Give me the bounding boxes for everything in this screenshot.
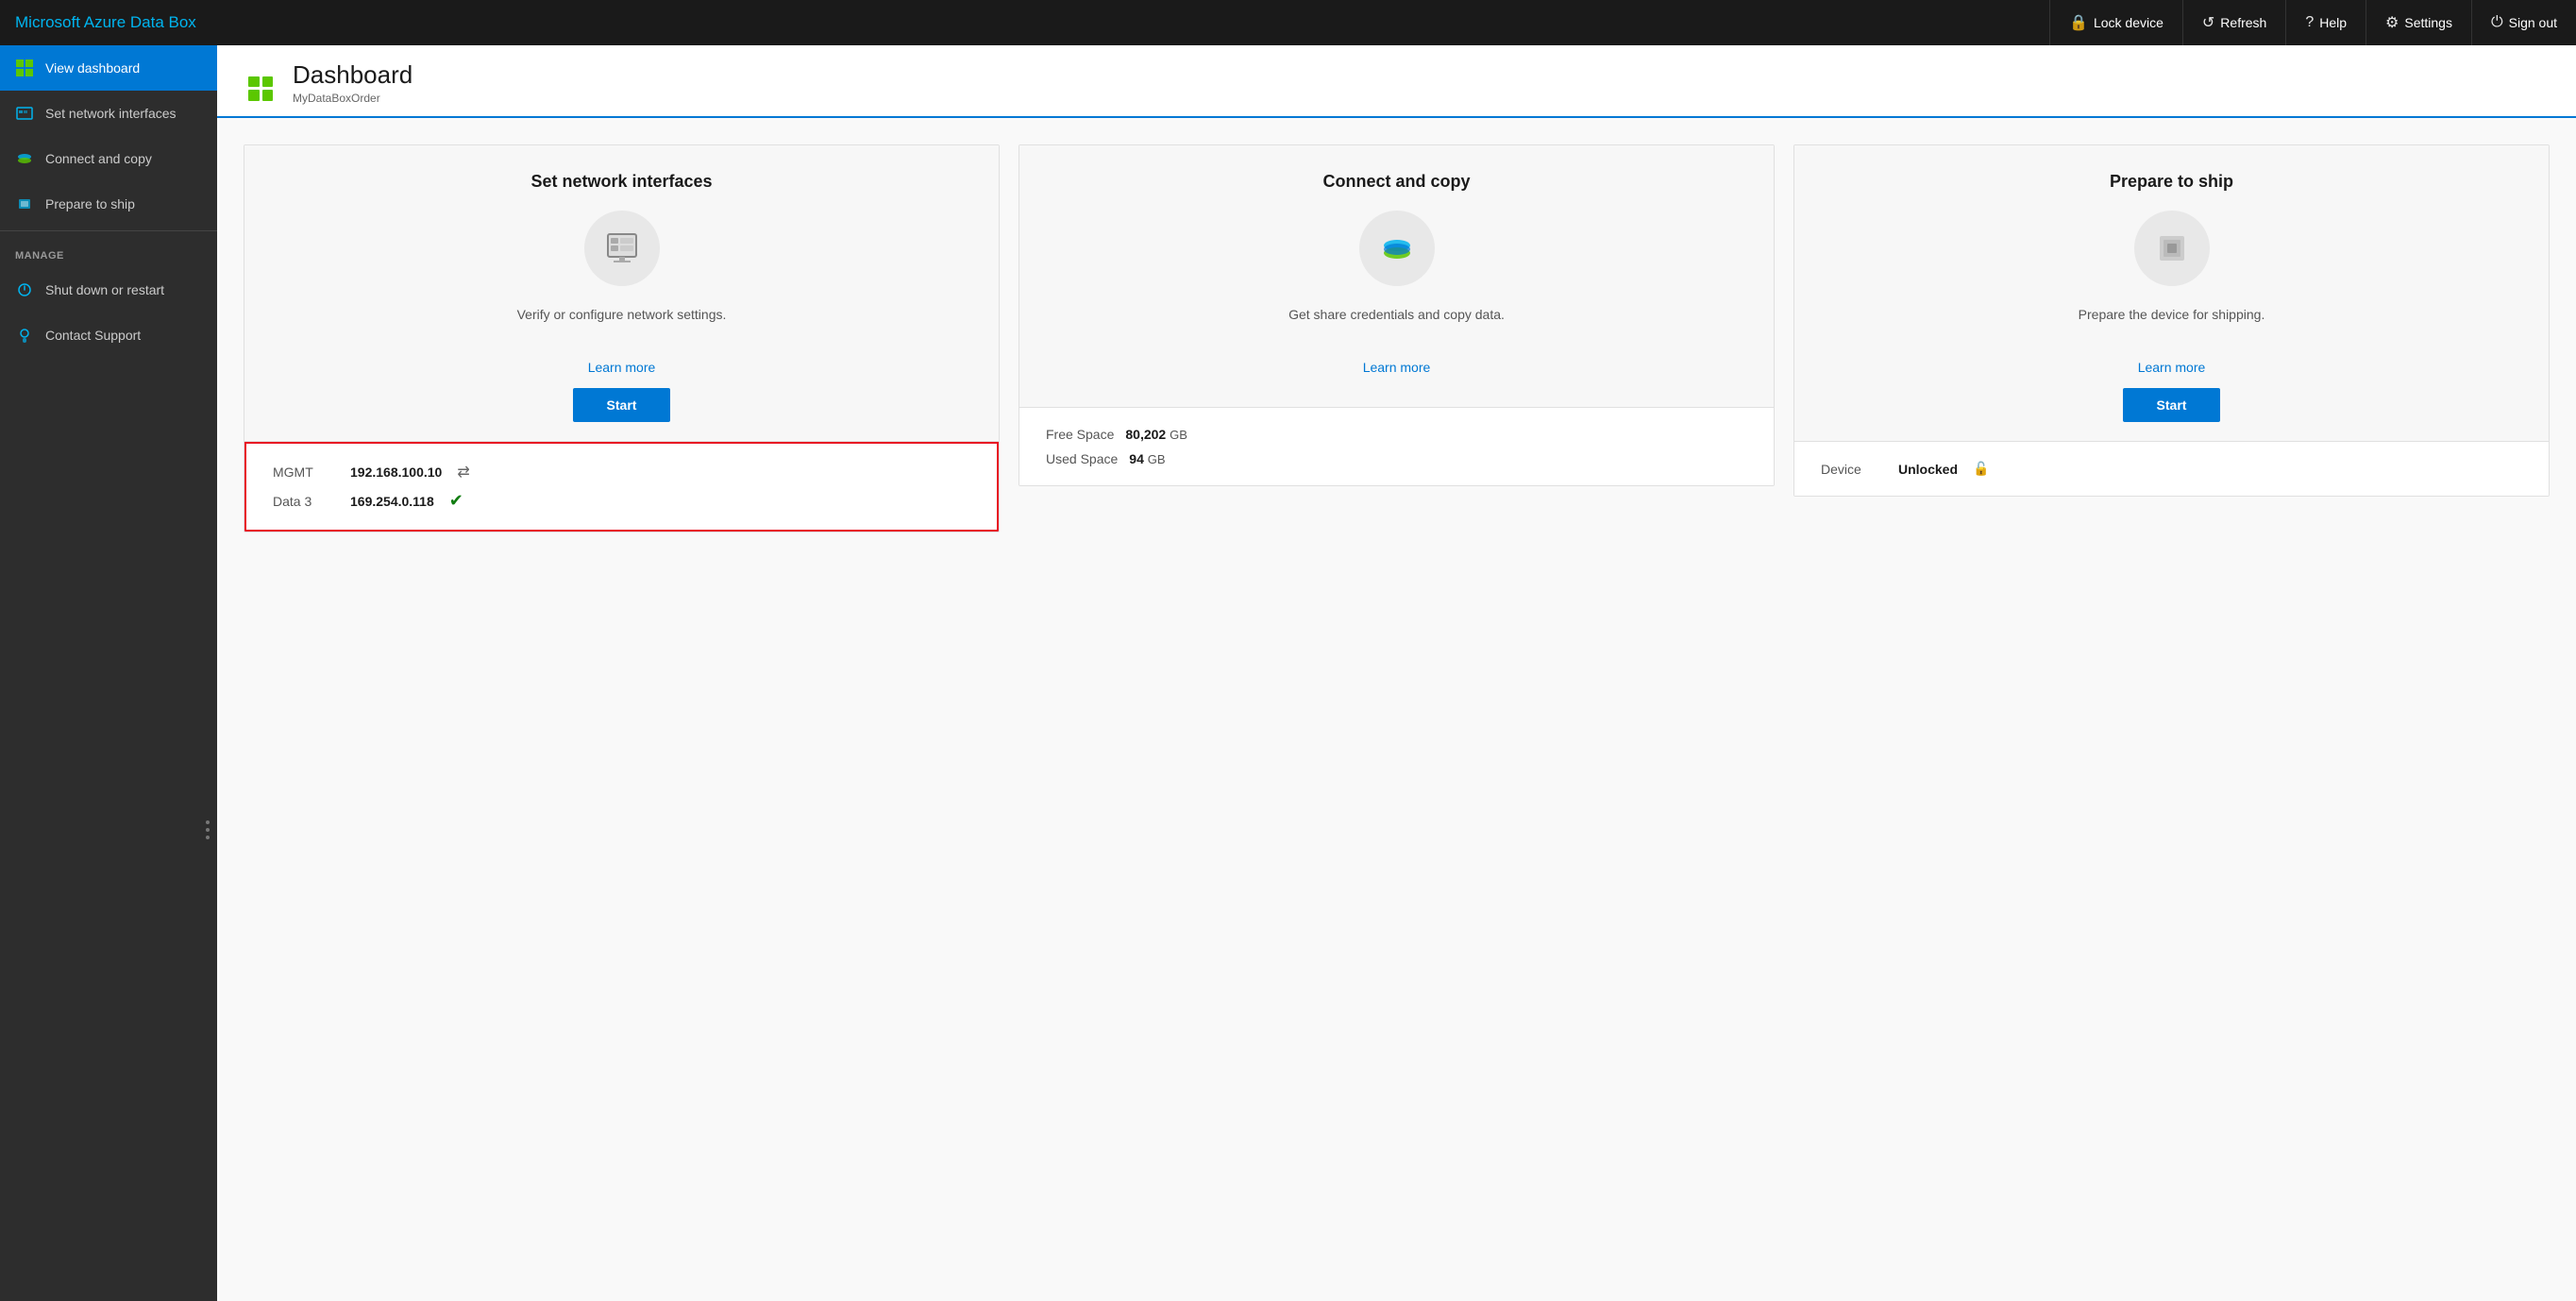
sidebar-shutdown-label: Shut down or restart bbox=[45, 282, 164, 297]
power-icon: ⏻ bbox=[2491, 14, 2503, 31]
sidebar-network-label: Set network interfaces bbox=[45, 106, 177, 121]
sidebar-item-network[interactable]: Set network interfaces bbox=[0, 91, 217, 136]
sidebar-ship-label: Prepare to ship bbox=[45, 196, 135, 211]
sidebar: View dashboard Set network interfaces bbox=[0, 45, 217, 1301]
sidebar-divider bbox=[0, 230, 217, 231]
app-title: Microsoft Azure Data Box bbox=[15, 13, 196, 32]
copy-info-used: Used Space 94 GB bbox=[1046, 451, 1747, 466]
settings-gear-icon: ⚙ bbox=[2385, 13, 2399, 32]
network-card-icon bbox=[600, 227, 644, 270]
sign-out-label: Sign out bbox=[2509, 15, 2557, 30]
data3-value: 169.254.0.118 bbox=[350, 494, 434, 509]
mgmt-status-icon: ⇄ bbox=[457, 463, 469, 482]
settings-button[interactable]: ⚙ Settings bbox=[2366, 0, 2471, 45]
free-space-value: 80,202 GB bbox=[1125, 427, 1187, 442]
cards-area: Set network interfaces Verify or conf bbox=[217, 118, 2576, 1301]
lock-device-label: Lock device bbox=[2094, 15, 2164, 30]
page-header: Dashboard MyDataBoxOrder bbox=[217, 45, 2576, 118]
free-space-label: Free Space bbox=[1046, 427, 1114, 442]
network-card-icon-circle bbox=[584, 211, 660, 286]
ship-learn-more-link[interactable]: Learn more bbox=[2138, 360, 2206, 375]
ship-card-icon bbox=[2150, 227, 2194, 270]
copy-card-icon bbox=[1375, 227, 1419, 270]
network-card-top: Set network interfaces Verify or conf bbox=[244, 145, 999, 442]
ship-card-title: Prepare to ship bbox=[2110, 172, 2233, 192]
copy-card-description: Get share credentials and copy data. bbox=[1288, 305, 1505, 345]
refresh-icon: ↺ bbox=[2202, 13, 2214, 32]
main-layout: View dashboard Set network interfaces bbox=[0, 45, 2576, 1301]
collapse-dot-1 bbox=[206, 820, 210, 824]
refresh-label: Refresh bbox=[2220, 15, 2266, 30]
network-info-mgmt: MGMT 192.168.100.10 ⇄ bbox=[273, 463, 970, 482]
refresh-button[interactable]: ↺ Refresh bbox=[2182, 0, 2285, 45]
network-card-title: Set network interfaces bbox=[530, 172, 712, 192]
sidebar-item-ship[interactable]: Prepare to ship bbox=[0, 181, 217, 227]
help-icon: ? bbox=[2305, 14, 2314, 31]
sidebar-manage-section: MANAGE bbox=[0, 235, 217, 267]
device-label: Device bbox=[1821, 462, 1887, 477]
lock-device-button[interactable]: 🔒 Lock device bbox=[2049, 0, 2182, 45]
collapse-dot-2 bbox=[206, 828, 210, 832]
copy-icon bbox=[15, 149, 34, 168]
data3-status-icon: ✔ bbox=[449, 491, 463, 511]
sidebar-item-support[interactable]: Contact Support bbox=[0, 313, 217, 358]
copy-card-title: Connect and copy bbox=[1322, 172, 1470, 192]
topbar-actions: 🔒 Lock device ↺ Refresh ? Help ⚙ Setting… bbox=[2049, 0, 2576, 45]
page-header-text: Dashboard MyDataBoxOrder bbox=[293, 60, 412, 116]
network-card-bottom: MGMT 192.168.100.10 ⇄ Data 3 169.254.0.1… bbox=[244, 442, 999, 532]
shutdown-icon bbox=[15, 280, 34, 299]
network-icon bbox=[15, 104, 34, 123]
sidebar-collapse-handle[interactable] bbox=[202, 813, 213, 847]
sidebar-item-copy[interactable]: Connect and copy bbox=[0, 136, 217, 181]
copy-card: Connect and copy Get share credentials a… bbox=[1019, 144, 1775, 486]
page-subtitle: MyDataBoxOrder bbox=[293, 92, 412, 105]
copy-info-free: Free Space 80,202 GB bbox=[1046, 427, 1747, 442]
copy-card-top: Connect and copy Get share credentials a… bbox=[1019, 145, 1774, 408]
copy-card-icon-circle bbox=[1359, 211, 1435, 286]
free-space-unit: GB bbox=[1170, 428, 1187, 442]
page-title: Dashboard bbox=[293, 60, 412, 90]
ship-card: Prepare to ship Prepare the device for s… bbox=[1793, 144, 2550, 497]
used-space-value: 94 GB bbox=[1129, 451, 1165, 466]
dashboard-grid-icon bbox=[248, 76, 273, 101]
sidebar-dashboard-label: View dashboard bbox=[45, 60, 140, 76]
used-space-unit: GB bbox=[1148, 452, 1166, 466]
network-info-data3: Data 3 169.254.0.118 ✔ bbox=[273, 491, 970, 511]
network-learn-more-link[interactable]: Learn more bbox=[588, 360, 656, 375]
lock-icon: 🔒 bbox=[2069, 13, 2088, 32]
network-card-description: Verify or configure network settings. bbox=[517, 305, 727, 345]
sidebar-item-shutdown[interactable]: Shut down or restart bbox=[0, 267, 217, 313]
help-button[interactable]: ? Help bbox=[2285, 0, 2366, 45]
collapse-dot-3 bbox=[206, 836, 210, 839]
sign-out-button[interactable]: ⏻ Sign out bbox=[2471, 0, 2576, 45]
support-icon bbox=[15, 326, 34, 345]
mgmt-value: 192.168.100.10 bbox=[350, 465, 442, 480]
copy-card-bottom: Free Space 80,202 GB Used Space 94 GB bbox=[1019, 408, 1774, 485]
sidebar-item-dashboard[interactable]: View dashboard bbox=[0, 45, 217, 91]
ship-card-bottom: Device Unlocked 🔓 bbox=[1794, 442, 2549, 496]
sidebar-copy-label: Connect and copy bbox=[45, 151, 152, 166]
mgmt-label: MGMT bbox=[273, 465, 339, 480]
network-start-button[interactable]: Start bbox=[573, 388, 671, 422]
ship-start-button[interactable]: Start bbox=[2123, 388, 2221, 422]
page-header-icon bbox=[244, 72, 278, 106]
used-space-label: Used Space bbox=[1046, 451, 1118, 466]
topbar: Microsoft Azure Data Box 🔒 Lock device ↺… bbox=[0, 0, 2576, 45]
sidebar-support-label: Contact Support bbox=[45, 328, 141, 343]
device-lock-status-icon: 🔓 bbox=[1973, 461, 1989, 477]
ship-card-top: Prepare to ship Prepare the device for s… bbox=[1794, 145, 2549, 442]
help-label: Help bbox=[2319, 15, 2347, 30]
ship-info-device: Device Unlocked 🔓 bbox=[1821, 461, 2522, 477]
network-card: Set network interfaces Verify or conf bbox=[244, 144, 1000, 532]
device-value: Unlocked bbox=[1898, 462, 1958, 477]
data3-label: Data 3 bbox=[273, 494, 339, 509]
main-content: Dashboard MyDataBoxOrder Set network int… bbox=[217, 45, 2576, 1301]
ship-card-icon-circle bbox=[2134, 211, 2210, 286]
ship-card-description: Prepare the device for shipping. bbox=[2079, 305, 2265, 345]
ship-icon bbox=[15, 194, 34, 213]
sidebar-collapse-area bbox=[0, 358, 217, 1301]
settings-label: Settings bbox=[2404, 15, 2452, 30]
dashboard-icon bbox=[15, 59, 34, 77]
copy-learn-more-link[interactable]: Learn more bbox=[1363, 360, 1431, 375]
